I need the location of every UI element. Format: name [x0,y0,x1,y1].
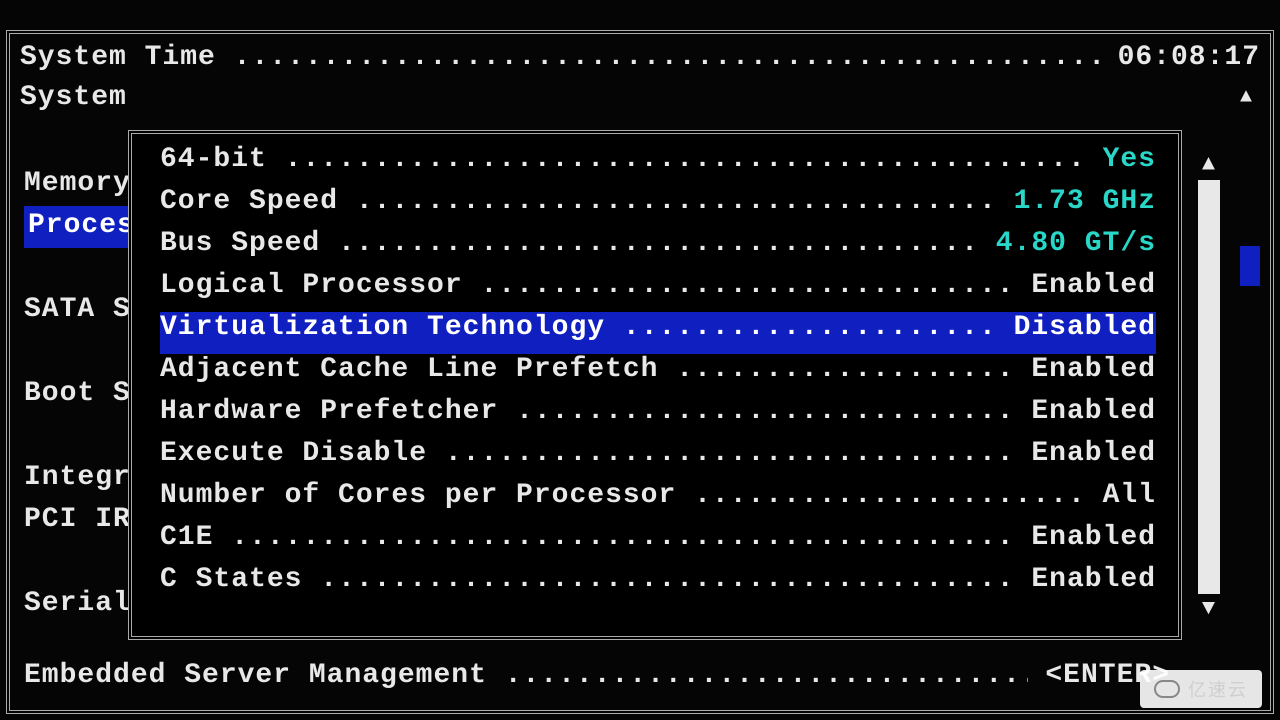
setting-row-core-speed[interactable]: Core Speed .............................… [160,186,1156,228]
scroll-up-icon[interactable]: ▲ [1198,154,1220,176]
left-menu-item-sata s[interactable]: SATA S [24,290,139,332]
watermark: 亿速云 [1140,670,1262,708]
setting-value: Enabled [1031,564,1156,595]
setting-row-number-of-cores-per-processor[interactable]: Number of Cores per Processor ..........… [160,480,1156,522]
setting-label: C States [160,564,302,595]
setting-value: Enabled [1031,270,1156,301]
dots: ........................................… [694,480,1085,511]
setting-row-hardware-prefetcher[interactable]: Hardware Prefetcher ....................… [160,396,1156,438]
setting-row-execute-disable[interactable]: Execute Disable ........................… [160,438,1156,480]
watermark-text: 亿速云 [1188,676,1248,702]
scroll-down-icon[interactable]: ▼ [1198,598,1220,620]
outer-frame: System Time ............................… [6,30,1274,714]
setting-row-c-states[interactable]: C States ...............................… [160,564,1156,606]
setting-label: Number of Cores per Processor [160,480,676,511]
row-embedded-server-management[interactable]: Embedded Server Management .............… [24,660,1170,700]
left-menu-item-proces[interactable]: Proces [24,206,139,248]
dots: ........................................… [516,396,1013,427]
setting-label: Execute Disable [160,438,427,469]
left-menu-item-blank [24,416,139,458]
setting-row-bus-speed[interactable]: Bus Speed ..............................… [160,228,1156,270]
left-menu-item-integr[interactable]: Integr [24,458,139,500]
dots: ........................................… [676,354,1013,385]
outer-scroll-thumb[interactable] [1240,246,1260,286]
footer-label: Embedded Server Management [24,660,487,691]
outer-scrollbar[interactable]: ▲ [1240,86,1260,650]
cloud-icon [1154,680,1180,698]
processor-settings-panel: 64-bit .................................… [128,130,1182,640]
setting-value: All [1103,480,1156,511]
setting-label: Core Speed [160,186,338,217]
outer-scroll-up-icon[interactable]: ▲ [1240,86,1253,109]
setting-row-c1e[interactable]: C1E ....................................… [160,522,1156,564]
setting-row-64-bit[interactable]: 64-bit .................................… [160,144,1156,186]
dots: ........................................… [234,42,1100,73]
setting-label: Bus Speed [160,228,320,259]
setting-value: Enabled [1031,354,1156,385]
scroll-track[interactable] [1198,180,1220,594]
dots: ........................................… [623,312,996,343]
setting-value: Enabled [1031,396,1156,427]
row-system-time: System Time ............................… [20,42,1260,82]
setting-label: C1E [160,522,213,553]
setting-label: Adjacent Cache Line Prefetch [160,354,658,385]
setting-value: Enabled [1031,522,1156,553]
setting-value: 1.73 GHz [1014,186,1156,217]
bios-screen: System Time ............................… [0,0,1280,720]
setting-value: Enabled [1031,438,1156,469]
setting-label: Hardware Prefetcher [160,396,498,427]
dots: ........................................… [231,522,1013,553]
setting-label: 64-bit [160,144,267,175]
setting-value: Disabled [1014,312,1156,343]
left-menu-item-memory[interactable]: Memory [24,164,139,206]
setting-value: Yes [1103,144,1156,175]
dots: ........................................… [480,270,1013,301]
left-menu-item-blank [24,332,139,374]
left-menu-item-blank [24,542,139,584]
dots: ........................................… [320,564,1013,595]
dots: ........................................… [445,438,1014,469]
dots: ........................................… [338,228,978,259]
system-time-label: System Time [20,42,216,73]
left-menu-item-boot s[interactable]: Boot S [24,374,139,416]
panel-scrollbar[interactable]: ▲ ▼ [1198,152,1220,622]
setting-row-virtualization-technology[interactable]: Virtualization Technology ..............… [160,312,1156,354]
left-menu-item-blank [24,248,139,290]
left-menu: MemoryProces SATA S Boot S IntegrPCI IR Seri… [24,80,139,626]
left-menu-item-serial[interactable]: Serial [24,584,139,626]
system-time-value: 06:08:17 [1118,42,1260,73]
dots: ........................................… [356,186,996,217]
left-menu-item-pci ir[interactable]: PCI IR [24,500,139,542]
setting-label: Logical Processor [160,270,463,301]
setting-row-adjacent-cache-line-prefetch[interactable]: Adjacent Cache Line Prefetch ...........… [160,354,1156,396]
setting-label: Virtualization Technology [160,312,605,343]
setting-row-logical-processor[interactable]: Logical Processor ......................… [160,270,1156,312]
dots: ........................................… [505,660,1028,691]
row-system: System [20,82,1260,122]
setting-value: 4.80 GT/s [996,228,1156,259]
dots: ........................................… [285,144,1085,175]
